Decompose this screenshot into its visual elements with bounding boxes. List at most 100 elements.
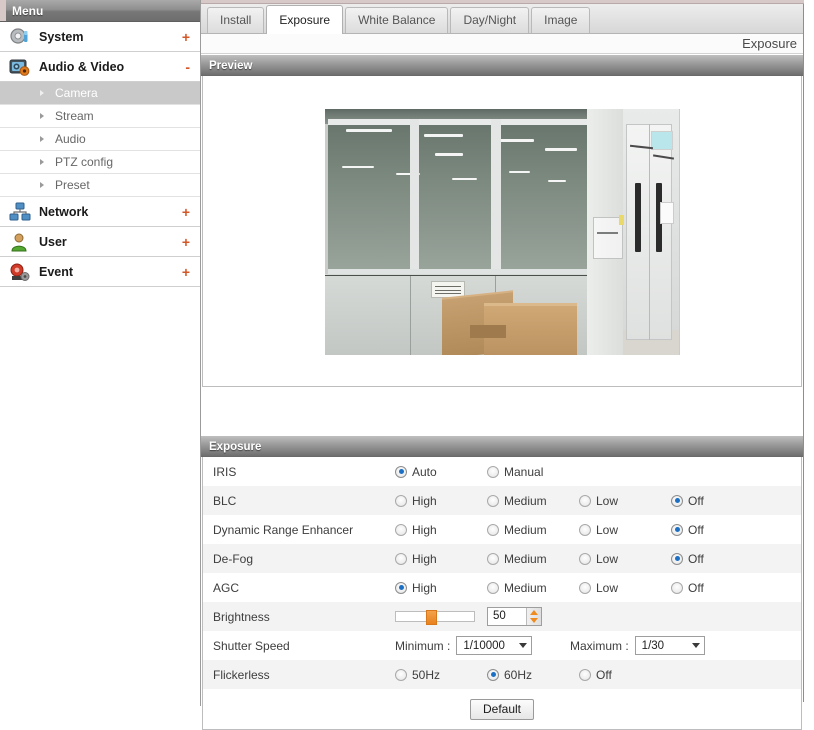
video-preview[interactable] bbox=[324, 109, 680, 355]
iris-option-label: Manual bbox=[504, 464, 544, 479]
radio-icon bbox=[395, 465, 407, 478]
sidebar-subitem-preset[interactable]: Preset bbox=[0, 174, 200, 197]
iris-option-auto[interactable]: Auto bbox=[395, 465, 487, 479]
chevron-down-icon bbox=[691, 643, 700, 648]
sidebar-item-label: System bbox=[39, 29, 84, 44]
dre-option-low[interactable]: Low bbox=[579, 523, 671, 537]
exposure-settings-panel: IRIS Auto Manual BLC High Medium Low Off… bbox=[202, 457, 802, 730]
collapse-toggle-icon[interactable]: - bbox=[185, 60, 190, 74]
sidebar-item-audio-video[interactable]: Audio & Video - bbox=[0, 52, 200, 82]
agc-option-high[interactable]: High bbox=[395, 581, 487, 595]
agc-option-label: Low bbox=[596, 580, 619, 595]
radio-icon bbox=[487, 494, 499, 507]
expand-toggle-icon[interactable]: + bbox=[182, 235, 190, 249]
default-button[interactable]: Default bbox=[469, 698, 535, 720]
blc-option-label: Off bbox=[688, 493, 704, 508]
sidebar-subitem-ptz-config[interactable]: PTZ config bbox=[0, 151, 200, 174]
sidebar-item-system[interactable]: System + bbox=[0, 22, 200, 52]
sidebar-item-label: Event bbox=[39, 264, 74, 279]
setting-row-brightness: Brightness 50 bbox=[203, 602, 801, 631]
shutter-minimum-label: Minimum : bbox=[395, 638, 451, 653]
tab-install[interactable]: Install bbox=[207, 7, 265, 33]
radio-icon bbox=[487, 465, 499, 478]
iris-option-label: Auto bbox=[412, 464, 437, 479]
dre-option-label: Low bbox=[596, 522, 619, 537]
chevron-right-icon bbox=[40, 113, 48, 119]
brightness-slider-thumb[interactable] bbox=[426, 610, 437, 625]
agc-option-label: Medium bbox=[504, 580, 547, 595]
flickerless-option-off[interactable]: Off bbox=[579, 668, 671, 682]
sidebar-item-user[interactable]: User + bbox=[0, 227, 200, 257]
brightness-slider[interactable] bbox=[395, 610, 475, 625]
agc-option-off[interactable]: Off bbox=[671, 581, 704, 595]
sidebar-subitem-label: Audio bbox=[55, 132, 86, 146]
sidebar-item-event[interactable]: Event + bbox=[0, 257, 200, 287]
camera-system-icon bbox=[9, 27, 31, 47]
dre-option-medium[interactable]: Medium bbox=[487, 523, 579, 537]
menu-header-label: Menu bbox=[12, 3, 44, 18]
tab-day-night[interactable]: Day/Night bbox=[450, 7, 530, 33]
stepper-down-icon[interactable] bbox=[530, 618, 538, 624]
agc-label: AGC bbox=[213, 580, 240, 595]
expand-toggle-icon[interactable]: + bbox=[182, 205, 190, 219]
defog-option-low[interactable]: Low bbox=[579, 552, 671, 566]
blc-label: BLC bbox=[213, 493, 237, 508]
sidebar-subitem-label: Preset bbox=[55, 178, 90, 192]
dre-option-off[interactable]: Off bbox=[671, 523, 704, 537]
shutter-minimum-group: Minimum : 1/10000 bbox=[395, 636, 570, 655]
agc-option-label: Off bbox=[688, 580, 704, 595]
content-frame: Install Exposure White Balance Day/Night… bbox=[201, 4, 804, 730]
agc-option-low[interactable]: Low bbox=[579, 581, 671, 595]
blc-option-medium[interactable]: Medium bbox=[487, 494, 579, 508]
radio-icon bbox=[395, 494, 407, 507]
flickerless-option-60hz[interactable]: 60Hz bbox=[487, 668, 579, 682]
defog-option-medium[interactable]: Medium bbox=[487, 552, 579, 566]
defog-label: De-Fog bbox=[213, 551, 254, 566]
shutter-maximum-value: 1/30 bbox=[641, 639, 665, 652]
shutter-minimum-select[interactable]: 1/10000 bbox=[456, 636, 533, 655]
iris-option-manual[interactable]: Manual bbox=[487, 465, 579, 479]
event-icon bbox=[9, 262, 31, 282]
breadcrumb: Exposure bbox=[201, 34, 803, 54]
menu-header: Menu bbox=[0, 0, 200, 22]
stepper-arrows bbox=[526, 608, 541, 625]
flickerless-option-50hz[interactable]: 50Hz bbox=[395, 668, 487, 682]
breadcrumb-label: Exposure bbox=[742, 36, 797, 51]
blc-option-low[interactable]: Low bbox=[579, 494, 671, 508]
blc-option-off[interactable]: Off bbox=[671, 494, 704, 508]
sidebar-subitem-label: Camera bbox=[55, 86, 98, 100]
brightness-value[interactable]: 50 bbox=[488, 608, 526, 625]
brightness-stepper[interactable]: 50 bbox=[487, 607, 542, 626]
blc-option-high[interactable]: High bbox=[395, 494, 487, 508]
agc-option-label: High bbox=[412, 580, 437, 595]
chevron-right-icon bbox=[40, 136, 48, 142]
main-content: Install Exposure White Balance Day/Night… bbox=[201, 0, 814, 730]
sidebar-subitem-camera[interactable]: Camera bbox=[0, 82, 200, 105]
shutter-speed-label: Shutter Speed bbox=[213, 638, 290, 653]
defog-option-off[interactable]: Off bbox=[671, 552, 704, 566]
shutter-maximum-select[interactable]: 1/30 bbox=[634, 636, 705, 655]
sidebar-subitem-label: PTZ config bbox=[55, 155, 114, 169]
blc-option-label: High bbox=[412, 493, 437, 508]
exposure-section-header: Exposure bbox=[201, 435, 803, 457]
radio-icon bbox=[487, 552, 499, 565]
dre-option-high[interactable]: High bbox=[395, 523, 487, 537]
sidebar: Menu System + Audio & Video - Camera Str… bbox=[0, 0, 201, 706]
shutter-maximum-label: Maximum : bbox=[570, 638, 629, 653]
agc-option-medium[interactable]: Medium bbox=[487, 581, 579, 595]
tab-image[interactable]: Image bbox=[531, 7, 591, 33]
setting-row-agc: AGC High Medium Low Off bbox=[203, 573, 801, 602]
sidebar-subitem-stream[interactable]: Stream bbox=[0, 105, 200, 128]
preview-section-title: Preview bbox=[209, 60, 253, 72]
expand-toggle-icon[interactable]: + bbox=[182, 265, 190, 279]
expand-toggle-icon[interactable]: + bbox=[182, 30, 190, 44]
radio-icon bbox=[579, 668, 591, 681]
radio-icon bbox=[487, 581, 499, 594]
defog-option-high[interactable]: High bbox=[395, 552, 487, 566]
tab-exposure[interactable]: Exposure bbox=[266, 5, 344, 34]
tab-white-balance[interactable]: White Balance bbox=[345, 7, 449, 33]
stepper-up-icon[interactable] bbox=[530, 609, 538, 615]
setting-row-dynamic-range-enhancer: Dynamic Range Enhancer High Medium Low O… bbox=[203, 515, 801, 544]
sidebar-subitem-audio[interactable]: Audio bbox=[0, 128, 200, 151]
sidebar-item-network[interactable]: Network + bbox=[0, 197, 200, 227]
